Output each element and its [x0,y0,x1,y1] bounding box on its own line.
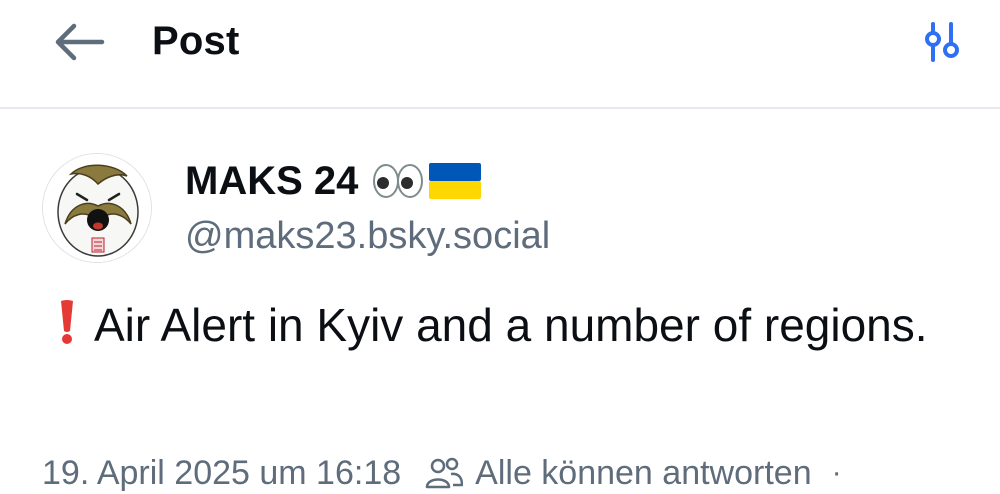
post-screen: Post MAKS 24 @maks23.bsky.social Air Ale… [0,0,1000,494]
avatar-image [43,154,151,262]
back-button[interactable] [46,18,112,66]
thread-settings-button[interactable] [912,14,972,70]
arrow-left-icon [55,23,105,61]
author-display-name[interactable]: MAKS 24 [185,155,482,207]
post-text: Air Alert in Kyiv and a number of region… [42,296,942,354]
people-icon [425,457,464,489]
eyes-emoji [373,164,424,198]
avatar[interactable] [42,153,152,263]
reply-setting[interactable]: Alle können antworten [475,454,811,493]
sliders-icon [925,22,959,62]
post-meta: 19. April 2025 um 16:18 Alle können antw… [42,450,842,494]
page-title: Post [152,19,240,63]
top-bar: Post [0,0,1000,109]
post-timestamp: 19. April 2025 um 16:18 [42,453,402,492]
meta-separator: · [831,456,842,489]
red-exclamation-icon [61,300,73,344]
ukraine-flag-emoji [429,163,482,199]
author-name-text: MAKS 24 [185,159,359,203]
post-body-text: Air Alert in Kyiv and a number of region… [94,299,928,351]
author-handle[interactable]: @maks23.bsky.social [185,212,550,260]
